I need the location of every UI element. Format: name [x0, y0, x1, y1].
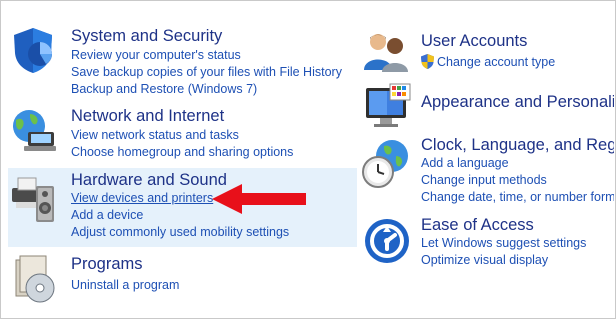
programs-disc-icon[interactable]	[12, 254, 56, 304]
clock-globe-icon[interactable]	[362, 138, 412, 190]
link-optimize-display[interactable]: Optimize visual display	[421, 253, 548, 267]
globe-network-icon[interactable]	[10, 108, 58, 154]
red-arrow-icon	[212, 184, 306, 214]
uac-shield-icon	[421, 54, 434, 69]
link-input-methods[interactable]: Change input methods	[421, 173, 547, 187]
link-add-device[interactable]: Add a device	[71, 208, 143, 222]
link-uninstall-program[interactable]: Uninstall a program	[71, 278, 179, 292]
link-add-language[interactable]: Add a language	[421, 156, 509, 170]
link-suggest-settings[interactable]: Let Windows suggest settings	[421, 236, 586, 250]
link-change-account-type[interactable]: Change account type	[437, 55, 555, 69]
category-title-network-internet[interactable]: Network and Internet	[71, 107, 224, 126]
category-title-system-security[interactable]: System and Security	[71, 27, 222, 46]
link-network-status[interactable]: View network status and tasks	[71, 128, 239, 142]
category-title-ease-of-access[interactable]: Ease of Access	[421, 216, 534, 235]
ease-of-access-icon[interactable]	[364, 218, 410, 264]
link-date-time-formats[interactable]: Change date, time, or number formats	[421, 190, 614, 204]
link-file-history[interactable]: Save backup copies of your files with Fi…	[71, 65, 342, 79]
link-mobility-settings[interactable]: Adjust commonly used mobility settings	[71, 225, 289, 239]
monitor-palette-icon[interactable]	[364, 82, 412, 130]
link-review-status[interactable]: Review your computer's status	[71, 48, 241, 62]
link-homegroup[interactable]: Choose homegroup and sharing options	[71, 145, 293, 159]
category-title-user-accounts[interactable]: User Accounts	[421, 32, 527, 51]
category-title-clock-language[interactable]: Clock, Language, and Region	[421, 136, 614, 155]
category-title-programs[interactable]: Programs	[71, 255, 143, 274]
link-backup-restore[interactable]: Backup and Restore (Windows 7)	[71, 82, 257, 96]
users-icon[interactable]	[364, 30, 410, 72]
shield-icon[interactable]	[10, 26, 56, 74]
category-title-hardware-sound[interactable]: Hardware and Sound	[71, 171, 227, 190]
category-title-appearance[interactable]: Appearance and Personalization	[421, 93, 614, 112]
link-devices-printers[interactable]: View devices and printers	[71, 191, 213, 205]
printer-speaker-icon[interactable]	[10, 172, 58, 224]
